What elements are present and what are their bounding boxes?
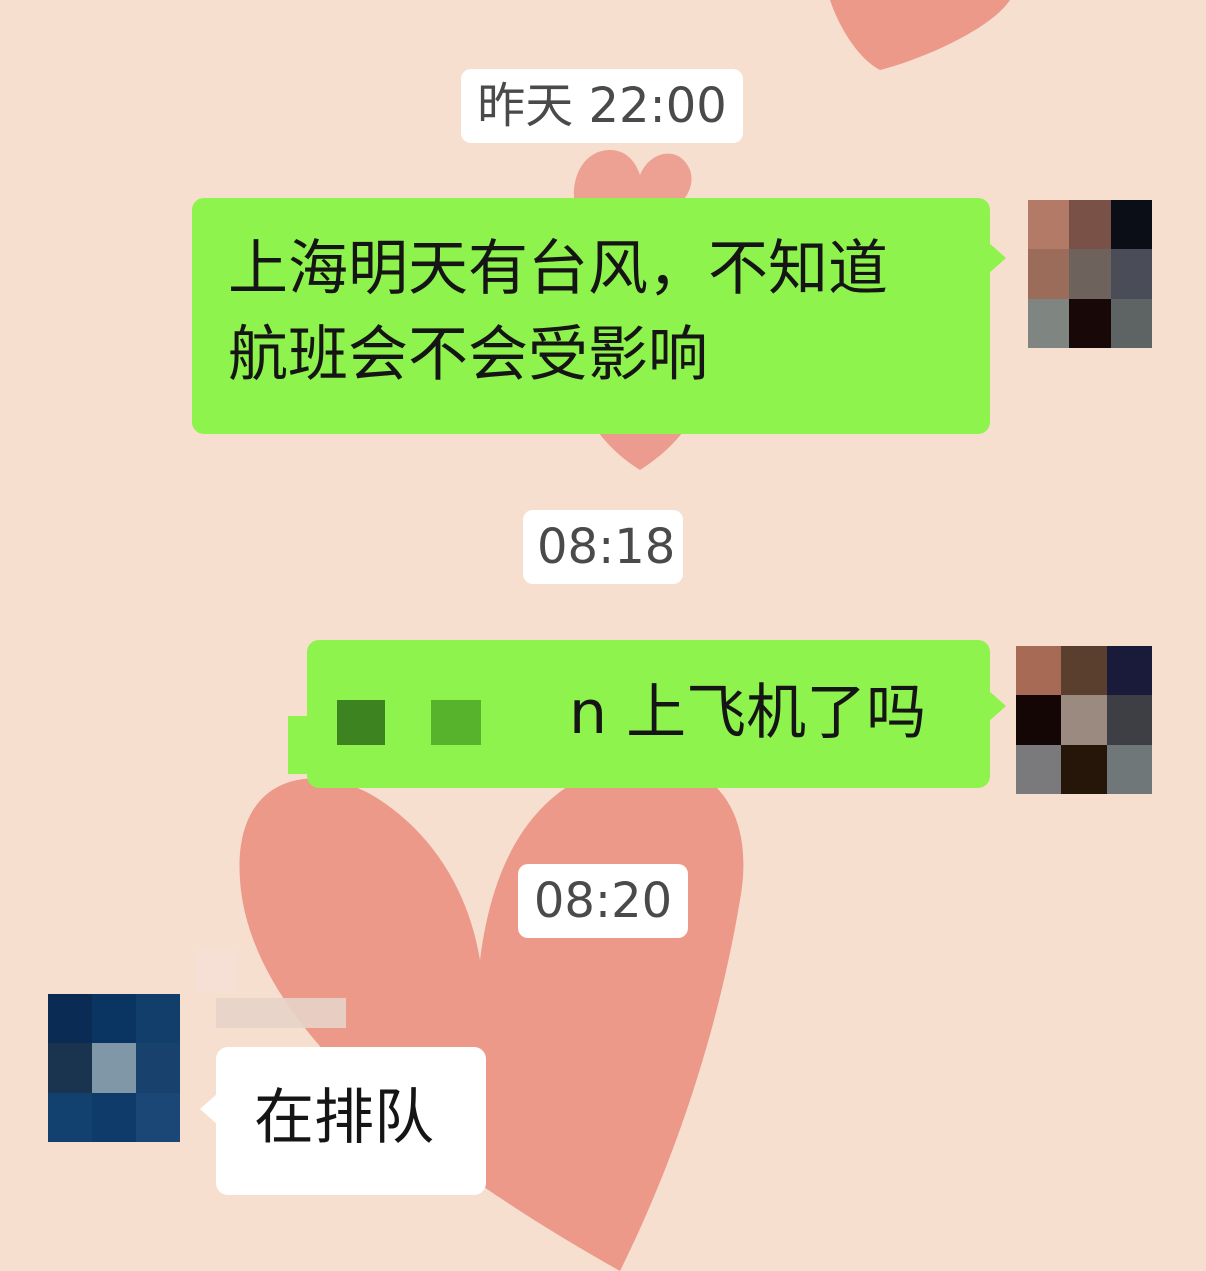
- censored-sender-name: [196, 950, 238, 992]
- censored-mention: [431, 700, 481, 745]
- contact-avatar[interactable]: [48, 994, 180, 1142]
- message-text-line: 航班会不会受影响: [228, 320, 708, 390]
- message-text-line: 上海明天有台风，不知道: [228, 234, 888, 304]
- censored-bubble-edge: [288, 716, 312, 774]
- censored-mention: [337, 700, 385, 745]
- user-avatar[interactable]: [1028, 200, 1152, 348]
- timestamp: 08:18: [523, 510, 683, 584]
- message-text: n 上飞机了吗: [569, 678, 927, 748]
- message-bubble-outgoing[interactable]: 上海明天有台风，不知道 航班会不会受影响: [192, 198, 1006, 434]
- message-bubble-incoming[interactable]: 在排队: [200, 1047, 486, 1195]
- timestamp: 08:20: [518, 864, 688, 938]
- message-bubble-outgoing[interactable]: n 上飞机了吗: [307, 640, 1006, 788]
- message-text: 在排队: [254, 1083, 434, 1153]
- user-avatar[interactable]: [1016, 646, 1152, 794]
- censored-sender-name: [216, 998, 346, 1028]
- timestamp: 昨天 22:00: [461, 69, 743, 143]
- chat-wallpaper: [0, 0, 1206, 1271]
